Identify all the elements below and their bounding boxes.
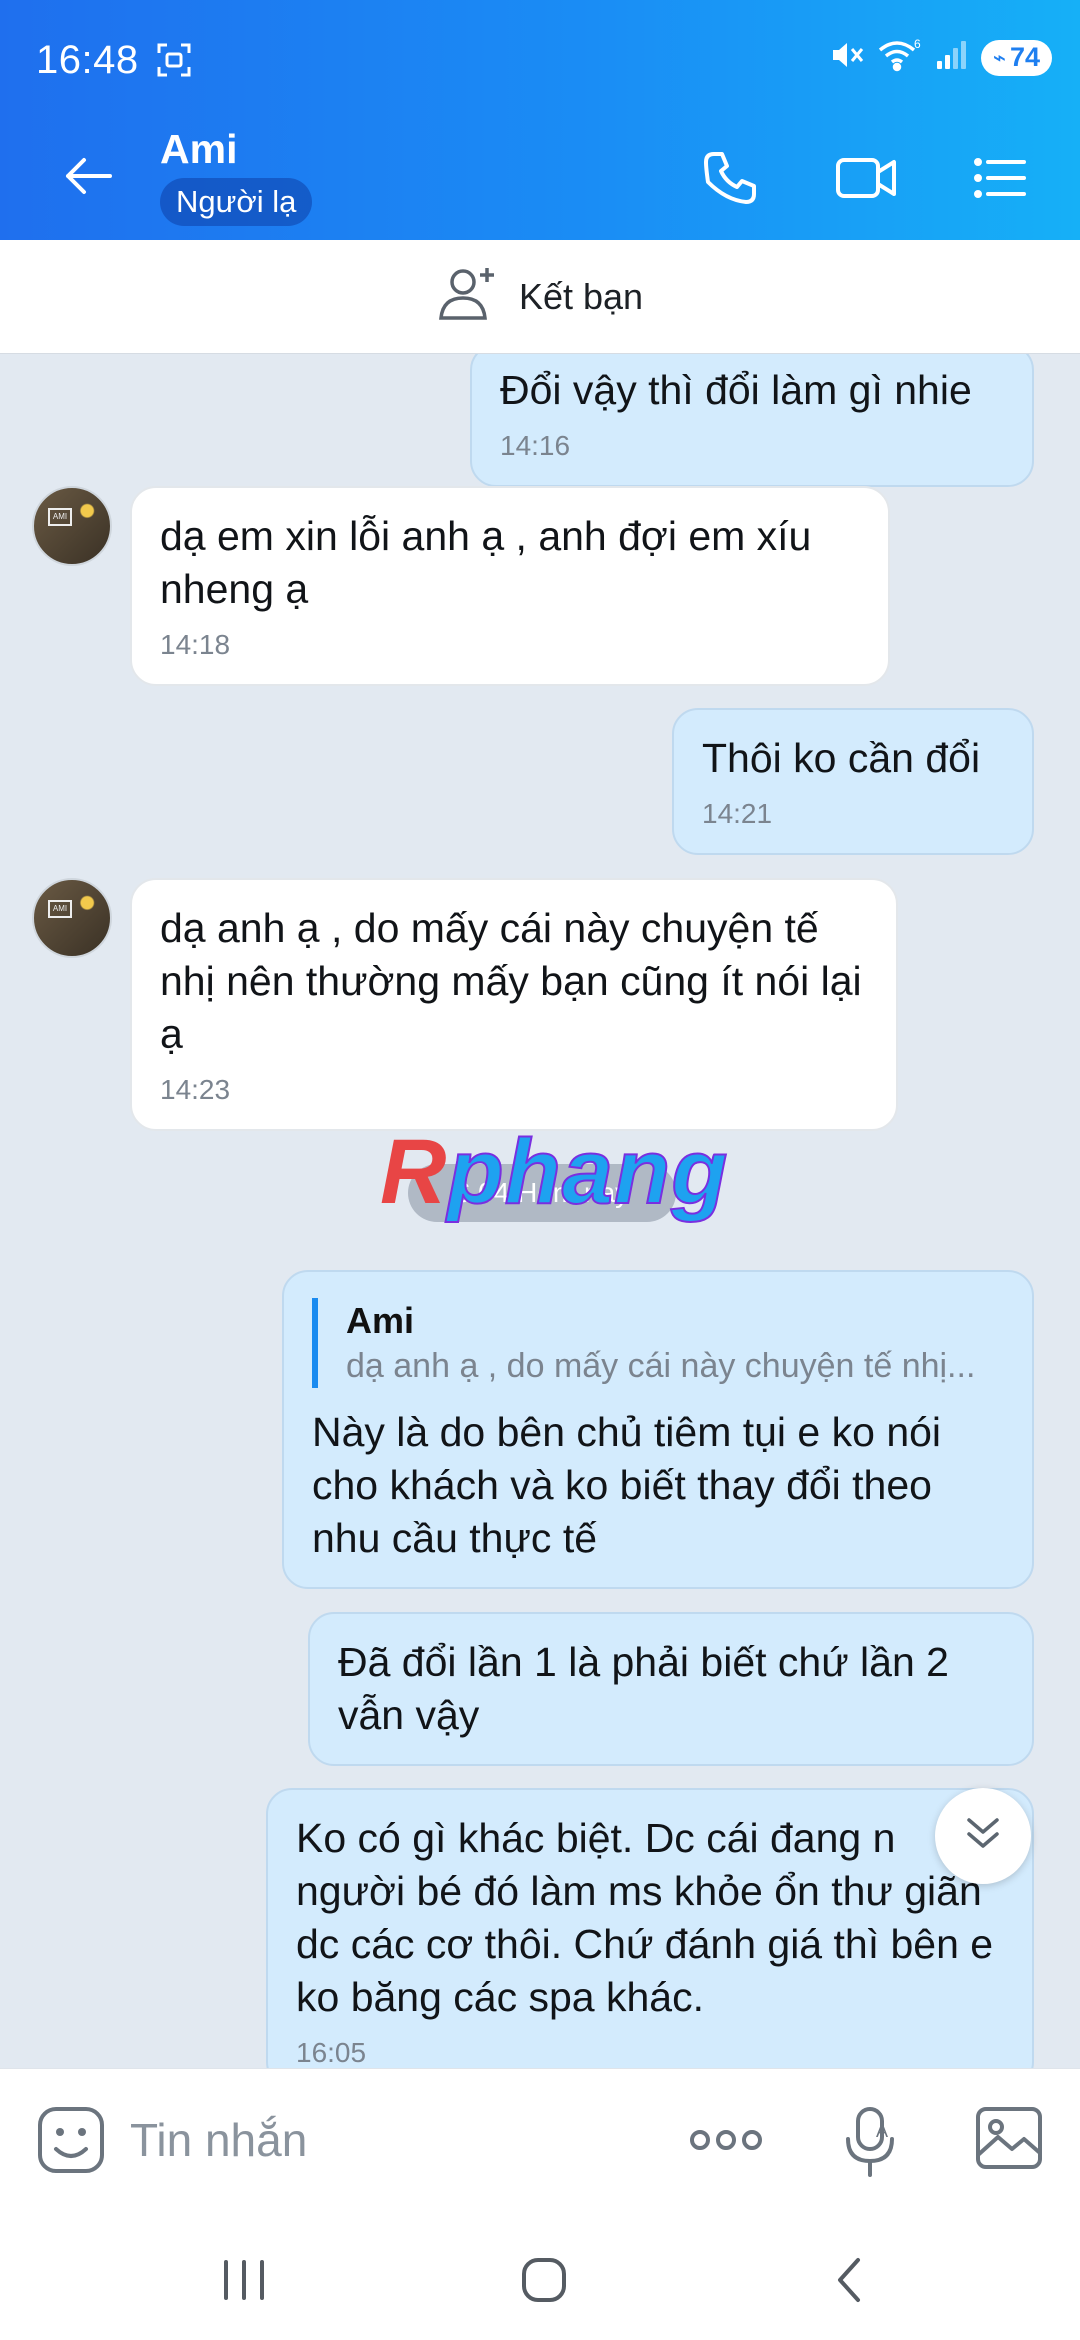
back-arrow-icon[interactable]: [60, 148, 116, 209]
menu-list-icon[interactable]: [970, 148, 1030, 213]
phone-icon[interactable]: [700, 148, 760, 213]
contact-name[interactable]: Ami: [160, 126, 237, 173]
stranger-badge: Người lạ: [160, 178, 313, 226]
status-time: 16:48: [36, 38, 139, 82]
message-time: 14:21: [702, 798, 773, 829]
emoji-icon[interactable]: [36, 2105, 106, 2180]
svg-text:A: A: [876, 2121, 888, 2141]
message-time: 14:16: [500, 430, 571, 461]
avatar[interactable]: AMI: [32, 878, 112, 958]
signal-icon: [935, 39, 969, 76]
status-bar: 16:48 6 ⌁ 74: [0, 0, 1080, 120]
back-icon[interactable]: [824, 2254, 876, 2311]
video-icon[interactable]: [834, 148, 898, 213]
svg-text:6: 6: [914, 38, 921, 51]
message-bubble-sent[interactable]: Thôi ko cần đổi 14:21: [672, 708, 1034, 855]
home-icon[interactable]: [518, 2254, 570, 2311]
message-bubble-sent[interactable]: Đã đổi lần 1 là phải biết chứ lần 2 vẫn …: [308, 1612, 1034, 1766]
add-friend-bar[interactable]: Kết bạn: [0, 240, 1080, 354]
add-friend-label: Kết bạn: [518, 275, 644, 317]
quoted-text: dạ anh ạ , do mấy cái này chuyện tế nhị.…: [346, 1347, 976, 1385]
message-bubble-sent[interactable]: Ko có gì khác biệt. Dc cái đang n người …: [266, 1788, 1034, 2068]
mic-icon[interactable]: A: [842, 2105, 898, 2184]
scroll-to-bottom-button[interactable]: [935, 1788, 1031, 1884]
chevron-down-icon: [961, 1812, 1005, 1861]
quoted-author: Ami: [346, 1300, 415, 1341]
quoted-message[interactable]: Ami dạ anh ạ , do mấy cái này chuyện tế …: [312, 1298, 1004, 1388]
wifi-icon: 6: [877, 37, 923, 77]
add-person-icon: [437, 262, 501, 331]
screenshot-icon: [156, 42, 192, 83]
battery-indicator: ⌁ 74: [980, 39, 1052, 76]
message-bubble-sent[interactable]: Đổi vậy thì đổi làm gì nhie 14:16: [470, 354, 1034, 487]
message-bubble-reply[interactable]: Ami dạ anh ạ , do mấy cái này chuyện tế …: [282, 1270, 1034, 1589]
mute-icon: [829, 38, 865, 77]
image-icon[interactable]: [974, 2105, 1044, 2176]
message-bubble-received[interactable]: dạ em xin lỗi anh ạ , anh đợi em xíu nhe…: [130, 486, 890, 686]
message-composer: Tin nhắn A: [0, 2068, 1080, 2218]
message-bubble-received[interactable]: dạ anh ạ , do mấy cái này chuyện tế nhị …: [130, 878, 898, 1131]
chat-header: Ami Người lạ: [0, 120, 1080, 240]
avatar[interactable]: AMI: [32, 486, 112, 566]
message-time: 14:18: [160, 629, 231, 660]
top-bar: 16:48 6 ⌁ 74 Ami Người lạ: [0, 0, 1080, 240]
system-navigation-bar: [0, 2218, 1080, 2340]
more-icon[interactable]: [688, 2125, 764, 2160]
recent-apps-icon[interactable]: [218, 2254, 270, 2311]
message-time: 16:05: [296, 2037, 367, 2068]
watermark-logo: Rphang: [380, 1120, 729, 1224]
message-input[interactable]: Tin nhắn: [130, 2113, 307, 2167]
message-time: 14:23: [160, 1074, 231, 1105]
charging-icon: ⌁: [992, 44, 1006, 70]
